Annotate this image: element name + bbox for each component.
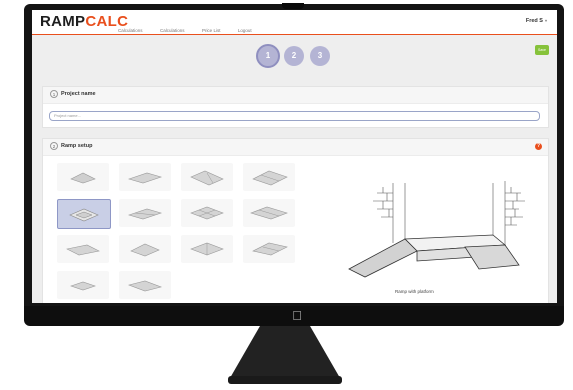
ramp-option-11[interactable] — [181, 235, 233, 263]
app-header: RAMPCALC Calculations Calculations Price… — [32, 10, 557, 35]
ramp-option-7[interactable] — [181, 199, 233, 227]
ramp-thumbnail-icon — [127, 172, 163, 184]
ramp-thumbnail-icon — [190, 170, 224, 186]
ramp-thumbnail-icon — [66, 244, 100, 256]
ramp-option-3[interactable] — [181, 163, 233, 191]
nav-item-calculations[interactable]: Calculations — [118, 28, 143, 33]
project-panel-header: 1 Project name — [43, 87, 548, 104]
project-name-input[interactable]: Project name... — [49, 111, 540, 121]
ramp-thumbnail-icon — [190, 242, 224, 256]
ramp-setup-panel: 2 Ramp setup ? Ramp with platform — [42, 138, 549, 303]
nav-item-price-list[interactable]: Price List — [202, 28, 221, 33]
ramp-option-5[interactable] — [57, 199, 111, 229]
ramp-option-1[interactable] — [57, 163, 109, 191]
app-screen: RAMPCALC Calculations Calculations Price… — [32, 10, 557, 303]
project-name-panel: 1 Project name Project name... — [42, 86, 549, 128]
ramp-thumbnail-icon — [127, 280, 163, 292]
ramp-thumbnail-icon — [190, 206, 224, 220]
ramp-option-13[interactable] — [57, 271, 109, 299]
ramp-preview-illustration — [348, 181, 525, 278]
apple-logo-icon:  — [289, 308, 305, 324]
ramp-option-2[interactable] — [119, 163, 171, 191]
header-accent-line — [32, 34, 557, 35]
ramp-thumbnail-icon — [69, 208, 99, 222]
nav-item-logout[interactable]: Logout — [238, 28, 252, 33]
step-2[interactable]: 2 — [284, 46, 304, 66]
setup-panel-title: Ramp setup — [61, 143, 93, 149]
ramp-thumbnail-icon — [127, 208, 163, 220]
nav-item-calculations-2[interactable]: Calculations — [160, 28, 185, 33]
save-button[interactable]: Save — [535, 45, 549, 55]
ramp-option-6[interactable] — [119, 199, 171, 227]
ramp-thumbnail-icon — [252, 242, 288, 256]
ramp-thumbnail-icon — [70, 172, 96, 184]
ramp-option-14[interactable] — [119, 271, 171, 299]
section-number-badge: 2 — [50, 142, 58, 150]
section-number-badge: 1 — [50, 90, 58, 98]
camera-notch — [282, 3, 304, 9]
ramp-option-10[interactable] — [119, 235, 171, 263]
ramp-thumbnail-icon — [70, 281, 96, 291]
setup-panel-header: 2 Ramp setup ? — [43, 139, 548, 156]
user-menu[interactable]: Fred S ▾ — [526, 18, 547, 24]
app-logo[interactable]: RAMPCALC — [40, 14, 128, 30]
user-name: Fred S — [525, 18, 543, 24]
ramp-option-9[interactable] — [57, 235, 109, 263]
ramp-option-4[interactable] — [243, 163, 295, 191]
chevron-down-icon: ▾ — [544, 18, 547, 23]
ramp-thumbnail-icon — [252, 170, 288, 186]
step-3[interactable]: 3 — [310, 46, 330, 66]
ramp-thumbnail-icon — [130, 243, 160, 257]
ramp-option-8[interactable] — [243, 199, 295, 227]
ramp-option-12[interactable] — [243, 235, 295, 263]
logo-ramp: RAMP — [40, 13, 86, 30]
preview-caption: Ramp with platform — [395, 289, 434, 294]
monitor-stand — [228, 326, 342, 384]
ramp-thumbnail-icon — [250, 206, 288, 220]
project-panel-title: Project name — [61, 91, 96, 97]
question-icon[interactable]: ? — [535, 143, 542, 150]
step-1[interactable]: 1 — [256, 44, 280, 68]
